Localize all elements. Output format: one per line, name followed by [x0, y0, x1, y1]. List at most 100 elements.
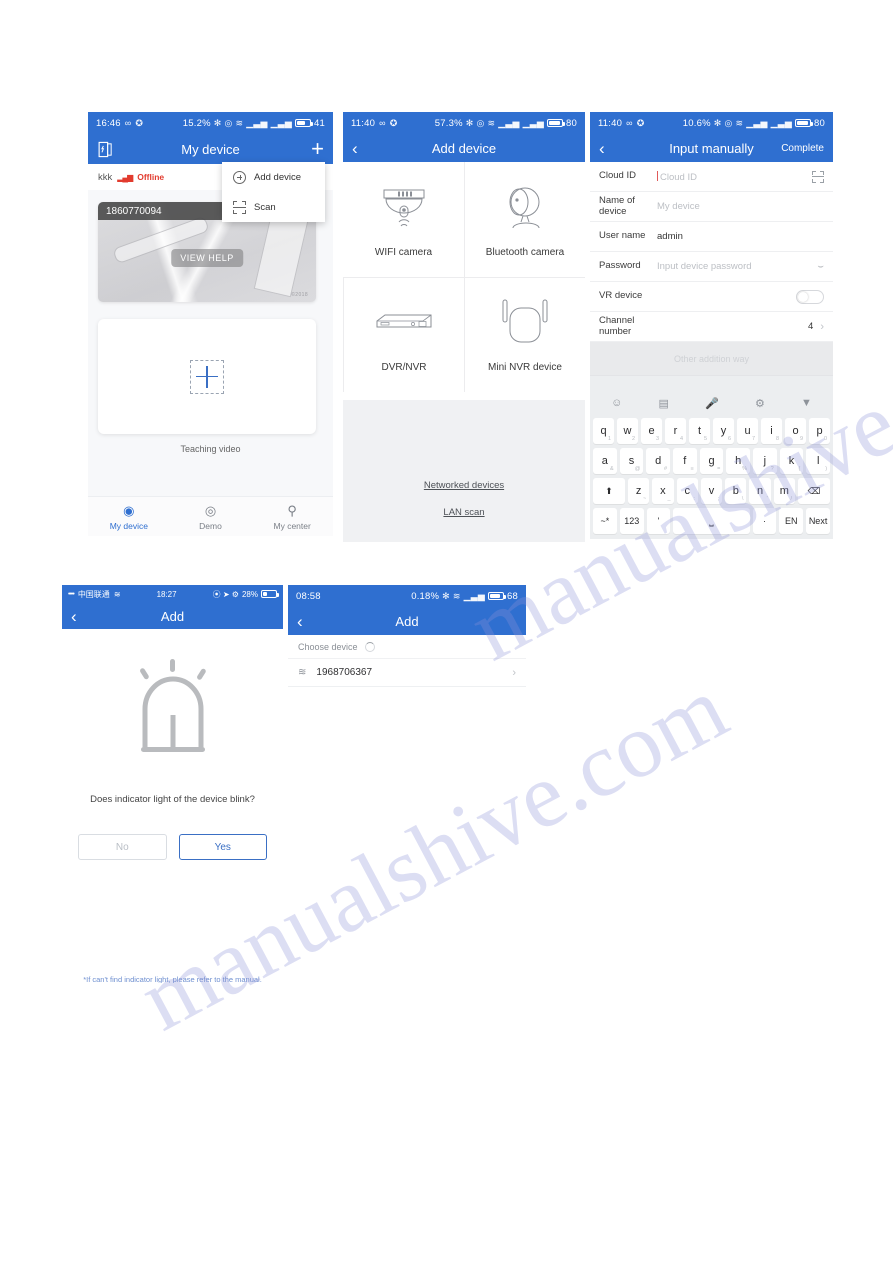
key-EN[interactable]: EN — [779, 508, 804, 534]
key-r[interactable]: r4 — [665, 418, 686, 444]
key-w[interactable]: w2 — [617, 418, 638, 444]
key-k[interactable]: k( — [779, 448, 804, 474]
menu-item-scan[interactable]: Scan — [222, 192, 325, 222]
field-channel-number[interactable]: Channel number 4 › — [590, 312, 833, 342]
key-⌫[interactable]: ⌫ — [798, 478, 830, 504]
key-g[interactable]: g = — [699, 448, 724, 474]
add-plus-button[interactable]: + — [311, 138, 324, 160]
chevron-down-icon[interactable]: ▼ — [801, 397, 812, 409]
key-~*[interactable]: ~* — [593, 508, 617, 534]
key-'[interactable]: ' — [646, 508, 671, 534]
add-device-card[interactable] — [98, 319, 316, 434]
key-c[interactable]: c: — [676, 478, 698, 504]
key-t[interactable]: t5 — [689, 418, 710, 444]
list-item[interactable]: ≋ 1968706367 › — [288, 659, 526, 687]
key-j[interactable]: j? — [753, 448, 777, 474]
menu-item-add-device[interactable]: Add device — [222, 162, 325, 192]
eye-icon[interactable]: ⌣ — [817, 261, 824, 272]
key-s[interactable]: s @ — [619, 448, 644, 474]
link-networked-devices[interactable]: Networked devices — [424, 480, 504, 491]
key-n[interactable]: n ' — [749, 478, 771, 504]
device-type-bluetooth-camera[interactable]: Bluetooth camera — [464, 162, 585, 277]
back-button[interactable]: ‹ — [71, 608, 77, 625]
nav-bar: ‹ Add — [62, 603, 283, 629]
key-h[interactable]: h% — [726, 448, 751, 474]
password-input[interactable]: Input device password — [657, 261, 817, 272]
signal-icon: ▂▄▆ — [117, 172, 133, 182]
key-subscript: 1 — [607, 436, 611, 442]
key-a[interactable]: a & — [592, 448, 617, 474]
field-cloud-id[interactable]: Cloud ID Cloud ID — [590, 162, 833, 192]
key-⎵[interactable]: ⎵ — [673, 508, 750, 534]
key-m[interactable]: m / — [773, 478, 796, 504]
battery-icon — [295, 119, 314, 127]
sim1-signal-icon: ▁▃▅ — [246, 117, 268, 128]
key-b[interactable]: b \ — [725, 478, 747, 504]
device-type-dvr-nvr[interactable]: DVR/NVR — [343, 276, 464, 392]
key-l[interactable]: l) — [806, 448, 831, 474]
key-Next[interactable]: Next — [806, 508, 830, 534]
key-o[interactable]: o9 — [785, 418, 806, 444]
complete-button[interactable]: Complete — [781, 143, 824, 154]
key-y[interactable]: y6 — [713, 418, 734, 444]
field-user-name[interactable]: User name admin — [590, 222, 833, 252]
no-button[interactable]: No — [78, 834, 167, 860]
chevron-right-icon[interactable]: › — [512, 667, 516, 679]
scan-frame-icon[interactable] — [812, 170, 824, 183]
view-help-button[interactable]: VIEW HELP — [171, 249, 243, 267]
device-type-grid: WIFI camera Bluetooth camera DVR/NVR Min… — [343, 162, 585, 392]
status-icons: ⦿ ➤ ⚙ — [212, 589, 239, 599]
key-f[interactable]: f ≡ — [673, 448, 697, 474]
vr-device-toggle[interactable] — [796, 289, 824, 304]
device-type-mini-nvr[interactable]: Mini NVR device — [464, 276, 585, 392]
key-subscript: 8 — [775, 436, 779, 442]
tab-my-device[interactable]: ◉ My device — [88, 503, 170, 531]
key-⬆[interactable]: ⬆ — [593, 478, 625, 504]
keyboard-row-3: ⬆ z ~ x _ c: v; b \ n ' m / ⌫ — [593, 478, 830, 504]
tab-my-center[interactable]: ⚲ My center — [251, 503, 333, 531]
key-subscript: 4 — [679, 436, 683, 442]
settings-gear-icon[interactable]: ⚙ — [755, 397, 765, 410]
field-name-of-device[interactable]: Name of device My device — [590, 192, 833, 222]
yes-button[interactable]: Yes — [178, 834, 267, 860]
field-vr-device[interactable]: VR device — [590, 282, 833, 312]
keyboard-icon[interactable]: ▤ — [658, 397, 668, 410]
tab-demo[interactable]: ◎ Demo — [170, 503, 252, 531]
cloud-id-input[interactable]: Cloud ID — [657, 170, 812, 183]
mic-icon[interactable]: 🎤 — [705, 397, 719, 410]
key-p[interactable]: p0 — [809, 418, 830, 444]
key-subscript: 0 — [823, 436, 827, 442]
device-type-wifi-camera[interactable]: WIFI camera — [343, 162, 464, 277]
field-label: Name of device — [599, 194, 635, 217]
teaching-video-label[interactable]: Teaching video — [88, 444, 333, 454]
sim2-signal-icon: ▁▃▅ — [270, 117, 293, 128]
scan-frame-icon — [233, 200, 246, 214]
link-lan-scan[interactable]: LAN scan — [443, 507, 484, 518]
key-subscript: 3 — [655, 436, 659, 442]
back-button[interactable]: ‹ — [599, 140, 605, 157]
back-button[interactable]: ‹ — [352, 140, 358, 157]
key-z[interactable]: z ~ — [627, 478, 650, 504]
key-v[interactable]: v; — [700, 478, 723, 504]
sim2-signal-icon: ▁▃▅ — [770, 117, 793, 128]
key-i[interactable]: i8 — [761, 418, 782, 444]
exit-door-icon[interactable] — [97, 141, 114, 158]
user-name-input[interactable]: admin — [657, 231, 824, 242]
key-d[interactable]: d # — [646, 448, 670, 474]
chevron-right-icon[interactable]: › — [820, 321, 824, 333]
field-password[interactable]: Password Input device password ⌣ — [590, 252, 833, 282]
mini-nvr-antenna-icon — [487, 296, 563, 352]
sim-signal-icon: ▁▃▅ — [463, 590, 486, 601]
emoji-icon[interactable]: ☺ — [611, 397, 622, 409]
device-name-input[interactable]: My device — [657, 201, 824, 212]
other-addition-way-row[interactable]: Other addition way — [590, 342, 833, 376]
key-123[interactable]: 123 — [619, 508, 644, 534]
key-x[interactable]: x _ — [652, 478, 674, 504]
key-q[interactable]: q1 — [593, 418, 614, 444]
back-button[interactable]: ‹ — [297, 613, 303, 630]
infinity-icon: ∞ — [124, 117, 132, 128]
key-u[interactable]: u7 — [737, 418, 758, 444]
add-plus-box[interactable] — [190, 359, 224, 394]
key-e[interactable]: e3 — [641, 418, 662, 444]
key-·[interactable]: · — [752, 508, 777, 534]
